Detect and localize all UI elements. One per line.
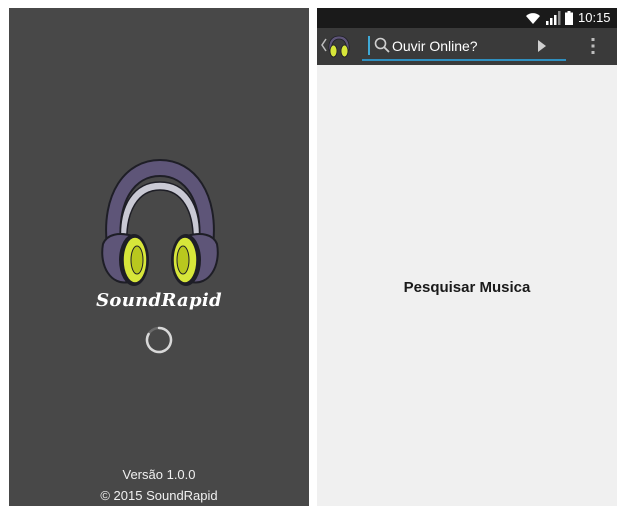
wifi-icon	[526, 13, 540, 24]
status-bar: 10:15	[317, 8, 617, 28]
spinner-icon	[145, 326, 173, 354]
search-icon	[374, 37, 390, 53]
search-box[interactable]	[362, 31, 566, 61]
search-underline	[362, 59, 566, 61]
app-name: SoundRapid	[96, 290, 222, 311]
text-cursor	[368, 36, 370, 55]
battery-icon	[565, 11, 573, 25]
search-screen: 10:15 Pesquisar	[317, 8, 617, 506]
status-time: 10:15	[578, 10, 611, 25]
headphones-icon	[101, 158, 219, 286]
version-label: Versão 1.0.0	[122, 467, 196, 482]
copyright-label: © 2015 SoundRapid	[100, 488, 218, 503]
search-prompt-heading: Pesquisar Musica	[403, 279, 531, 296]
play-arrow-icon[interactable]	[534, 37, 550, 55]
signal-icon	[546, 11, 561, 25]
search-input[interactable]	[392, 35, 532, 57]
headphones-icon[interactable]	[326, 34, 352, 58]
more-vert-icon[interactable]	[587, 36, 599, 56]
action-bar	[317, 28, 617, 65]
splash-screen: SoundRapid Versão 1.0.0 © 2015 SoundRapi…	[9, 8, 309, 506]
